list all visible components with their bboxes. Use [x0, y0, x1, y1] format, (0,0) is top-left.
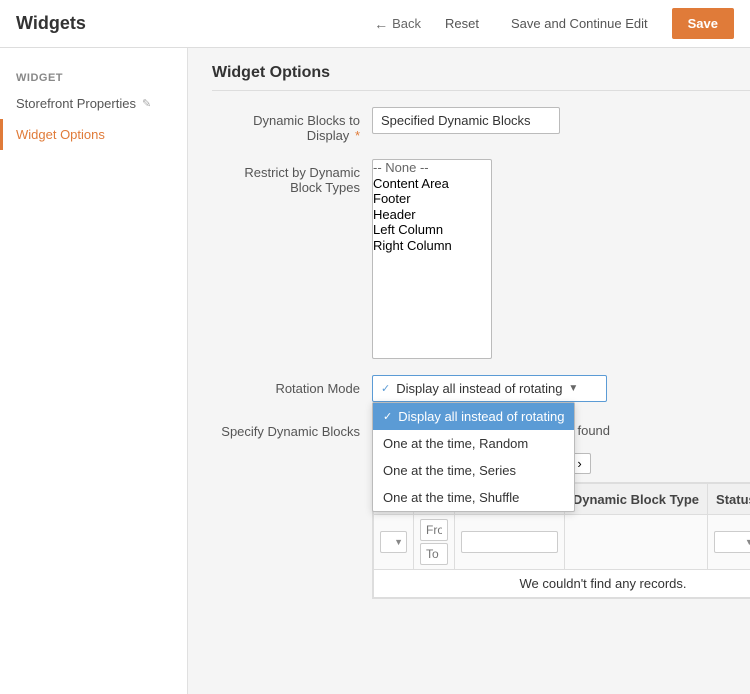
filter-id-to[interactable]	[420, 543, 448, 565]
filter-status-select[interactable]	[714, 531, 750, 553]
no-records-row: We couldn't find any records.	[374, 570, 750, 598]
save-continue-button[interactable]: Save and Continue Edit	[503, 12, 656, 35]
rotation-option-random[interactable]: One at the time, Random	[373, 430, 574, 457]
dynamic-blocks-select-wrapper: Specified Dynamic Blocks All Dynamic Blo…	[372, 107, 750, 134]
sidebar-item-widget-options[interactable]: Widget Options	[0, 119, 187, 150]
check-icon: ✓	[381, 382, 390, 395]
filter-row: Yes No ▼	[374, 515, 750, 570]
filter-id-cell	[414, 515, 455, 570]
rotation-row: Rotation Mode ✓ Display all instead of r…	[212, 375, 750, 402]
th-status-label: Status	[716, 492, 750, 507]
rotation-option-shuffle-label: One at the time, Shuffle	[383, 490, 519, 505]
rotation-dropdown: ✓ Display all instead of rotating ▼ ✓ Di…	[372, 375, 607, 402]
rotation-selected[interactable]: ✓ Display all instead of rotating ▼	[372, 375, 607, 402]
dynamic-blocks-control: Specified Dynamic Blocks All Dynamic Blo…	[372, 107, 750, 134]
rotation-selected-label: Display all instead of rotating	[396, 381, 562, 396]
filter-yes-no-select[interactable]: Yes No	[380, 531, 407, 553]
sidebar-item-widget-label: Widget Options	[16, 127, 105, 142]
listbox-right-column: Right Column	[373, 238, 491, 254]
rotation-option-series[interactable]: One at the time, Series	[373, 457, 574, 484]
sidebar: WIDGET Storefront Properties ✎ Widget Op…	[0, 48, 188, 694]
filter-dynamic-block-input[interactable]	[461, 531, 558, 553]
restrict-control: -- None -- Content Area Footer Header Le…	[372, 159, 750, 359]
back-arrow-icon: ←	[374, 16, 388, 32]
section-title: Widget Options	[212, 64, 750, 91]
filter-yes-no-wrapper: Yes No ▼	[380, 531, 407, 553]
sidebar-item-storefront-properties[interactable]: Storefront Properties ✎	[0, 88, 187, 119]
edit-icon: ✎	[142, 97, 151, 110]
listbox-footer: Footer	[373, 191, 491, 207]
rotation-label: Rotation Mode	[212, 375, 372, 396]
no-records-cell: We couldn't find any records.	[374, 570, 750, 598]
sidebar-section-label: WIDGET	[0, 64, 187, 88]
filter-dynamic-block-type-cell	[564, 515, 707, 570]
rotation-option-series-label: One at the time, Series	[383, 463, 516, 478]
page-body: WIDGET Storefront Properties ✎ Widget Op…	[0, 48, 750, 694]
filter-id-from[interactable]	[420, 519, 448, 541]
listbox-header: Header	[373, 207, 491, 223]
filter-status-wrapper: ▼	[714, 531, 750, 553]
sidebar-item-storefront-label: Storefront Properties	[16, 96, 136, 111]
th-status: Status	[708, 484, 750, 515]
reset-button[interactable]: Reset	[437, 12, 487, 35]
restrict-row: Restrict by Dynamic Block Types -- None …	[212, 159, 750, 359]
page-header: Widgets ← Back Reset Save and Continue E…	[0, 0, 750, 48]
dynamic-blocks-select[interactable]: Specified Dynamic Blocks All Dynamic Blo…	[372, 107, 560, 134]
required-marker: *	[355, 128, 360, 143]
listbox-none: -- None --	[373, 160, 491, 176]
check-icon: ✓	[383, 410, 392, 423]
restrict-label: Restrict by Dynamic Block Types	[212, 159, 372, 195]
rotation-option-all[interactable]: ✓ Display all instead of rotating	[373, 403, 574, 430]
rotation-option-shuffle[interactable]: One at the time, Shuffle	[373, 484, 574, 511]
rotation-chevron-icon: ▼	[568, 383, 578, 394]
back-label: Back	[392, 16, 421, 31]
block-types-listbox[interactable]: -- None -- Content Area Footer Header Le…	[372, 159, 492, 359]
specify-label: Specify Dynamic Blocks	[212, 418, 372, 439]
dynamic-blocks-row: Dynamic Blocks to Display * Specified Dy…	[212, 107, 750, 143]
rotation-control: ✓ Display all instead of rotating ▼ ✓ Di…	[372, 375, 750, 402]
save-button[interactable]: Save	[672, 8, 734, 39]
listbox-content-area: Content Area	[373, 176, 491, 192]
rotation-option-random-label: One at the time, Random	[383, 436, 528, 451]
main-content: Widget Options Dynamic Blocks to Display…	[188, 48, 750, 694]
header-actions: ← Back Reset Save and Continue Edit Save	[374, 8, 734, 39]
rotation-options-list: ✓ Display all instead of rotating One at…	[372, 402, 575, 512]
back-button[interactable]: ← Back	[374, 16, 421, 32]
dynamic-blocks-label: Dynamic Blocks to Display *	[212, 107, 372, 143]
th-dynamic-block-type-label: Dynamic Block Type	[573, 492, 699, 507]
page-title: Widgets	[16, 13, 374, 34]
rotation-option-all-label: Display all instead of rotating	[398, 409, 564, 424]
filter-dynamic-block-cell	[454, 515, 564, 570]
th-dynamic-block-type: Dynamic Block Type	[564, 484, 707, 515]
filter-status-cell: ▼	[708, 515, 750, 570]
filter-checkbox-cell: Yes No ▼	[374, 515, 414, 570]
listbox-left-column: Left Column	[373, 222, 491, 238]
